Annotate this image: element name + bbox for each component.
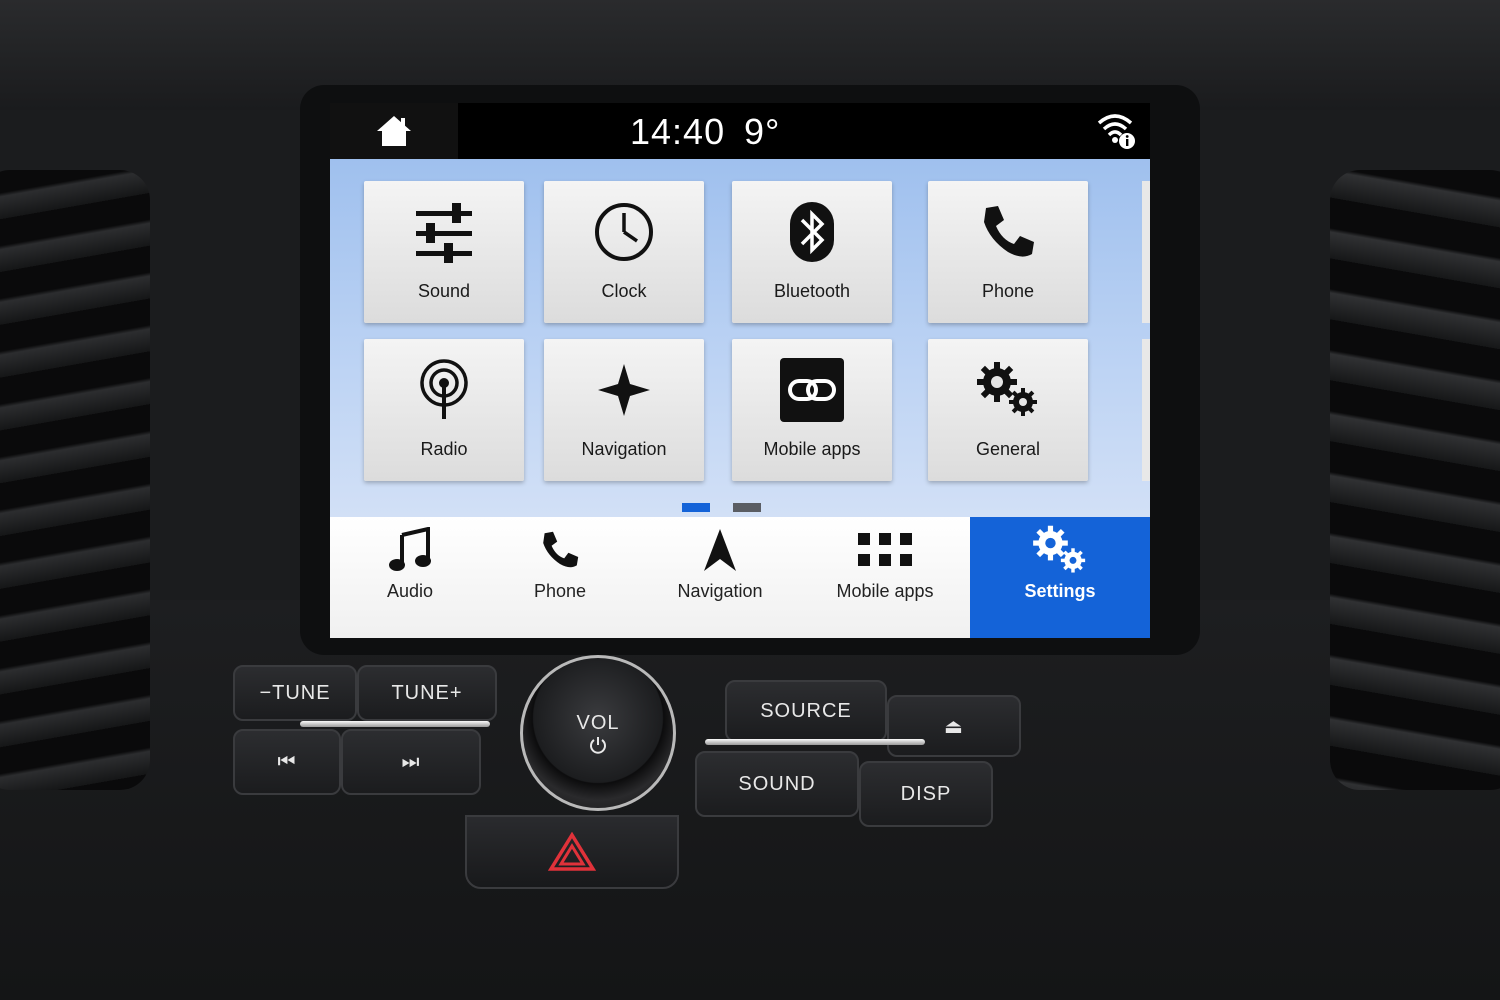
sliders-icon [416,203,472,263]
nav-navigation[interactable]: Navigation [640,517,800,638]
seek-forward-icon: ⏭ [401,750,421,773]
page-indicator-1[interactable] [682,503,710,512]
sound-button[interactable]: SOUND [695,751,859,817]
seek-back-button[interactable]: ⏮ [233,729,341,795]
radio-icon [420,359,468,419]
chrome-trim [300,721,490,727]
clock-readout: 14:40 [630,111,726,152]
grid-icon [858,533,912,566]
button-label: SOUND [738,772,816,795]
eject-icon: ⏏ [944,715,964,738]
wifi-info-icon[interactable] [1095,109,1137,151]
next-page-tile-edge [1142,339,1150,481]
nav-label: Navigation [677,581,763,601]
nav-label: Settings [1024,581,1096,601]
home-icon [377,116,411,146]
gears-icon [1033,525,1086,573]
tile-phone[interactable]: Phone [928,181,1088,323]
tile-clock[interactable]: Clock [544,181,704,323]
status-bar: 14:40 9° [330,103,1150,159]
infotainment-screen: 14:40 9° Sound Clock Bluetooth Phone Rad… [330,103,1150,638]
button-label: TUNE+ [391,681,463,704]
chrome-trim [705,739,925,745]
tile-label: Sound [417,281,471,301]
app-grid: Sound Clock Bluetooth Phone Radio Naviga… [330,159,1150,517]
nav-label: Mobile apps [836,581,934,601]
compass-star-icon [598,364,650,416]
nav-label: Phone [533,581,587,601]
button-label: −TUNE [259,681,331,704]
link-icon [780,358,844,422]
source-button[interactable]: SOURCE [725,680,887,742]
gears-icon [977,362,1037,416]
button-label: DISP [900,782,952,805]
volume-knob[interactable]: VOL [520,655,676,811]
tile-label: General [975,439,1041,459]
power-icon [590,736,606,754]
navigation-arrow-icon [704,529,736,571]
clock-icon [595,203,653,261]
temperature-readout: 9° [744,111,781,152]
tune-down-button[interactable]: −TUNE [233,665,357,721]
tile-label: Bluetooth [773,281,851,301]
hardware-control-panel: −TUNE TUNE+ ⏮ ⏭ VOL SOURCE ⏏ SOUND DISP [225,655,1045,895]
tile-label: Clock [601,281,647,301]
tile-label: Mobile apps [763,439,861,459]
tile-mobile-apps[interactable]: Mobile apps [732,339,892,481]
bottom-nav-bar: Audio Phone Navigation Mobile apps Setti… [330,517,1150,638]
volume-label: VOL [576,711,620,734]
nav-mobile-apps[interactable]: Mobile apps [805,517,965,638]
nav-settings[interactable]: Settings [970,517,1150,638]
next-page-tile-edge [1142,181,1150,323]
tile-label: Phone [981,281,1035,301]
tile-radio[interactable]: Radio [364,339,524,481]
tile-bluetooth[interactable]: Bluetooth [732,181,892,323]
nav-audio[interactable]: Audio [340,517,480,638]
hazard-button[interactable] [465,815,679,889]
left-air-vent [0,170,150,790]
tile-label: Navigation [581,439,667,459]
nav-label: Audio [386,581,434,601]
page-indicator-2[interactable] [733,503,761,512]
seek-back-icon: ⏮ [277,750,297,773]
music-note-icon [389,527,431,571]
home-button[interactable] [330,103,458,159]
nav-phone[interactable]: Phone [490,517,630,638]
bluetooth-icon [790,202,834,262]
hazard-triangle-icon [548,832,596,871]
eject-button[interactable]: ⏏ [887,695,1021,757]
tile-sound[interactable]: Sound [364,181,524,323]
button-label: SOURCE [760,699,852,722]
tile-label: Radio [420,439,468,459]
display-button[interactable]: DISP [859,761,993,827]
tile-general[interactable]: General [928,339,1088,481]
phone-icon [543,531,579,568]
phone-icon [984,206,1034,257]
seek-forward-button[interactable]: ⏭ [341,729,481,795]
tune-up-button[interactable]: TUNE+ [357,665,497,721]
tile-navigation[interactable]: Navigation [544,339,704,481]
right-air-vent [1330,170,1500,790]
